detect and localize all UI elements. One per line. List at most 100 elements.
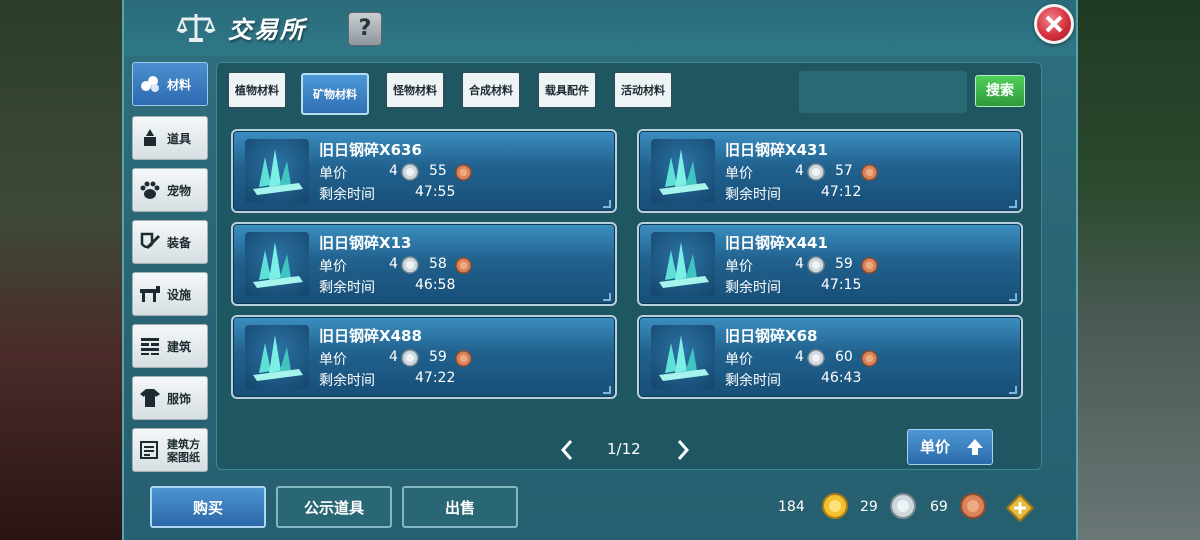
equipment-icon	[140, 232, 161, 250]
copper-price: 57	[835, 163, 853, 179]
listing-name: 旧日钢碎X636	[319, 141, 422, 159]
copper-price: 60	[835, 349, 853, 365]
remaining-time: 47:22	[415, 370, 456, 386]
listing-area: 植物材料 矿物材料 怪物材料 合成材料 载具配件 活动材料 搜索 旧日钢碎X63…	[216, 62, 1042, 470]
silver-price: 4	[795, 163, 804, 179]
listing-card[interactable]: 旧日钢碎X13 单价 4 58 剩余时间 46:58	[231, 222, 617, 306]
clothing-icon	[140, 389, 160, 407]
sidebar-item-label: 材料	[167, 77, 192, 92]
crystal-item-icon	[651, 232, 715, 296]
background-scene-left	[0, 0, 125, 540]
sidebar-item-materials[interactable]: 材料	[132, 62, 208, 106]
copper-coin-icon	[455, 350, 472, 367]
crystal-item-icon	[651, 325, 715, 389]
search-button[interactable]: 搜索	[975, 75, 1025, 107]
sidebar-item-blueprints[interactable]: 建筑方案图纸	[132, 428, 208, 472]
card-corner-decoration	[603, 200, 611, 208]
listing-card[interactable]: 旧日钢碎X441 单价 4 59 剩余时间 47:15	[637, 222, 1023, 306]
public-items-button[interactable]: 公示道具	[276, 486, 392, 528]
sell-button[interactable]: 出售	[402, 486, 518, 528]
silver-price: 4	[795, 256, 804, 272]
card-corner-decoration	[603, 386, 611, 394]
sidebar-item-buildings[interactable]: 建筑	[132, 324, 208, 368]
silver-coin-icon	[807, 349, 825, 367]
listing-card[interactable]: 旧日钢碎X68 单价 4 60 剩余时间 46:43	[637, 315, 1023, 399]
listing-card[interactable]: 旧日钢碎X636 单价 4 55 剩余时间 47:55	[231, 129, 617, 213]
unit-price-label: 单价	[725, 166, 753, 182]
close-button[interactable]	[1034, 4, 1074, 44]
gold-coin-icon	[822, 493, 848, 519]
buy-button[interactable]: 购买	[150, 486, 266, 528]
card-corner-decoration	[603, 293, 611, 301]
remaining-time-label: 剩余时间	[725, 187, 781, 203]
search-input[interactable]	[799, 71, 967, 113]
copper-price: 59	[429, 349, 447, 365]
blueprint-icon	[140, 441, 158, 459]
listing-name: 旧日钢碎X68	[725, 327, 818, 345]
sidebar-item-pets[interactable]: 宠物	[132, 168, 208, 212]
listing-card[interactable]: 旧日钢碎X431 单价 4 57 剩余时间 47:12	[637, 129, 1023, 213]
sort-by-price-button[interactable]: 单价	[907, 429, 993, 465]
tab-plant-materials[interactable]: 植物材料	[227, 71, 287, 109]
materials-icon	[141, 76, 159, 92]
sidebar-item-items[interactable]: 道具	[132, 116, 208, 160]
remaining-time: 47:12	[821, 184, 862, 200]
next-page-button[interactable]	[675, 439, 691, 461]
sort-up-icon	[967, 439, 983, 455]
remaining-time-label: 剩余时间	[725, 280, 781, 296]
unit-price-label: 单价	[319, 166, 347, 182]
unit-price-label: 单价	[725, 352, 753, 368]
scales-icon	[176, 14, 216, 42]
sidebar-item-facilities[interactable]: 设施	[132, 272, 208, 316]
unit-price-label: 单价	[725, 259, 753, 275]
add-currency-button[interactable]	[1006, 494, 1034, 522]
copper-coin-icon	[960, 493, 986, 519]
remaining-time: 47:15	[821, 277, 862, 293]
sidebar-item-label: 建筑	[167, 339, 192, 354]
item-icon	[144, 129, 156, 146]
sidebar-item-clothing[interactable]: 服饰	[132, 376, 208, 420]
sidebar-item-label: 宠物	[167, 183, 192, 198]
tab-event-materials[interactable]: 活动材料	[613, 71, 673, 109]
help-button[interactable]: ?	[348, 12, 382, 46]
remaining-time: 47:55	[415, 184, 456, 200]
silver-coin-icon	[401, 163, 419, 181]
sidebar-item-equipment[interactable]: 装备	[132, 220, 208, 264]
card-corner-decoration	[1009, 200, 1017, 208]
tab-vehicle-parts[interactable]: 载具配件	[537, 71, 597, 109]
card-corner-decoration	[1009, 293, 1017, 301]
unit-price-label: 单价	[319, 259, 347, 275]
crystal-item-icon	[651, 139, 715, 203]
silver-price: 4	[389, 256, 398, 272]
facility-icon	[140, 286, 160, 302]
prev-page-button[interactable]	[559, 439, 575, 461]
remaining-time-label: 剩余时间	[319, 280, 375, 296]
exchange-panel: 交易所 ? 材料 道具 宠物 装备 设施 建筑 服饰 建筑方案图纸 植物材料 矿…	[122, 0, 1078, 540]
brick-icon	[141, 338, 159, 355]
silver-coin-icon	[890, 493, 916, 519]
silver-amount: 29	[860, 499, 878, 515]
remaining-time: 46:43	[821, 370, 862, 386]
card-corner-decoration	[1009, 386, 1017, 394]
tab-synthesis-materials[interactable]: 合成材料	[461, 71, 521, 109]
remaining-time-label: 剩余时间	[725, 373, 781, 389]
silver-coin-icon	[401, 256, 419, 274]
crystal-item-icon	[245, 139, 309, 203]
copper-coin-icon	[455, 257, 472, 274]
copper-coin-icon	[455, 164, 472, 181]
page-title: 交易所	[228, 16, 306, 44]
listing-name: 旧日钢碎X488	[319, 327, 422, 345]
remaining-time: 46:58	[415, 277, 456, 293]
copper-coin-icon	[861, 164, 878, 181]
sidebar-item-label: 道具	[167, 131, 192, 146]
listing-card[interactable]: 旧日钢碎X488 单价 4 59 剩余时间 47:22	[231, 315, 617, 399]
sidebar-item-label: 设施	[167, 287, 192, 302]
tab-mineral-materials[interactable]: 矿物材料	[301, 73, 369, 115]
paw-icon	[140, 181, 160, 199]
gold-balance: 184	[774, 493, 854, 521]
copper-coin-icon	[861, 350, 878, 367]
copper-price: 58	[429, 256, 447, 272]
crystal-item-icon	[245, 232, 309, 296]
tab-monster-materials[interactable]: 怪物材料	[385, 71, 445, 109]
silver-price: 4	[795, 349, 804, 365]
